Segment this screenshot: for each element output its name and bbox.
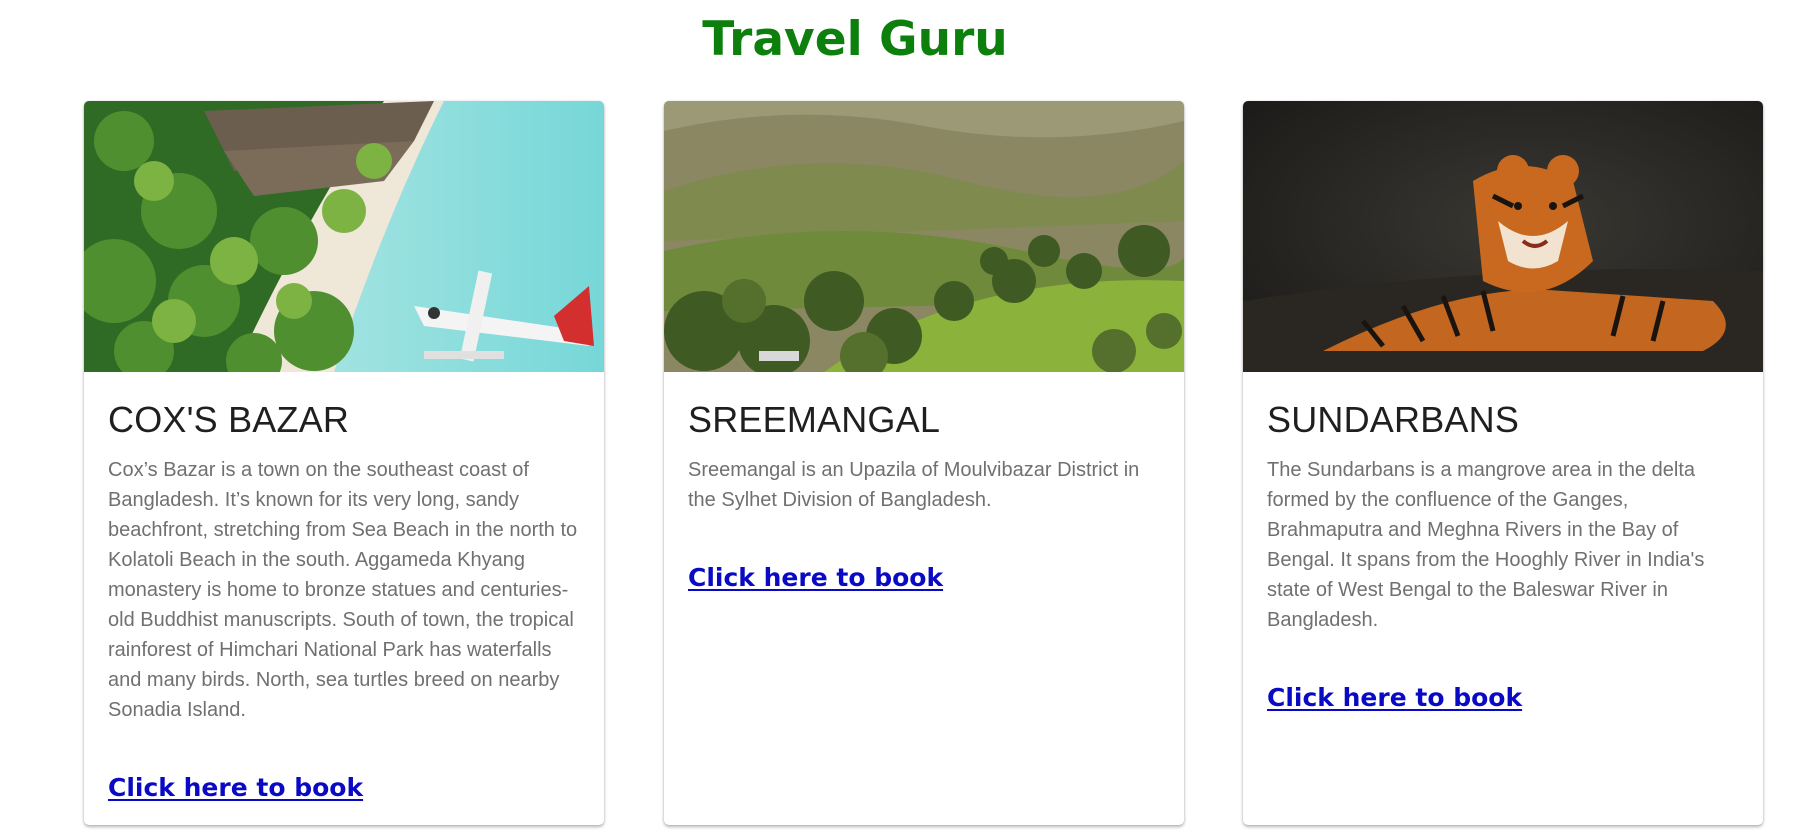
card-description: The Sundarbans is a mangrove area in the… xyxy=(1267,459,1705,631)
destination-card-sreemangal: SREEMANGAL Sreemangal is an Upazila of M… xyxy=(664,101,1184,825)
card-description: Sreemangal is an Upazila of Moulvibazar … xyxy=(688,459,1140,511)
book-link[interactable]: Click here to book xyxy=(688,563,943,592)
sundarbans-image xyxy=(1243,101,1763,372)
book-link[interactable]: Click here to book xyxy=(1267,683,1522,712)
green-hills-tea-garden-photo xyxy=(664,101,1184,372)
beach-seaplane-photo xyxy=(84,101,604,372)
card-title: SREEMANGAL xyxy=(688,399,941,440)
destination-card-sundarbans: SUNDARBANS The Sundarbans is a mangrove … xyxy=(1243,101,1763,825)
card-description: Cox’s Bazar is a town on the southeast c… xyxy=(108,459,578,721)
tiger-photo xyxy=(1243,101,1763,372)
coxs-bazar-image xyxy=(84,101,604,372)
site-title: Travel Guru xyxy=(702,12,1008,67)
sreemangal-image xyxy=(664,101,1184,372)
card-title: COX'S BAZAR xyxy=(108,399,350,440)
card-title: SUNDARBANS xyxy=(1267,399,1520,440)
destination-card-coxs-bazar: COX'S BAZAR Cox’s Bazar is a town on the… xyxy=(84,101,604,825)
book-link[interactable]: Click here to book xyxy=(108,773,363,802)
